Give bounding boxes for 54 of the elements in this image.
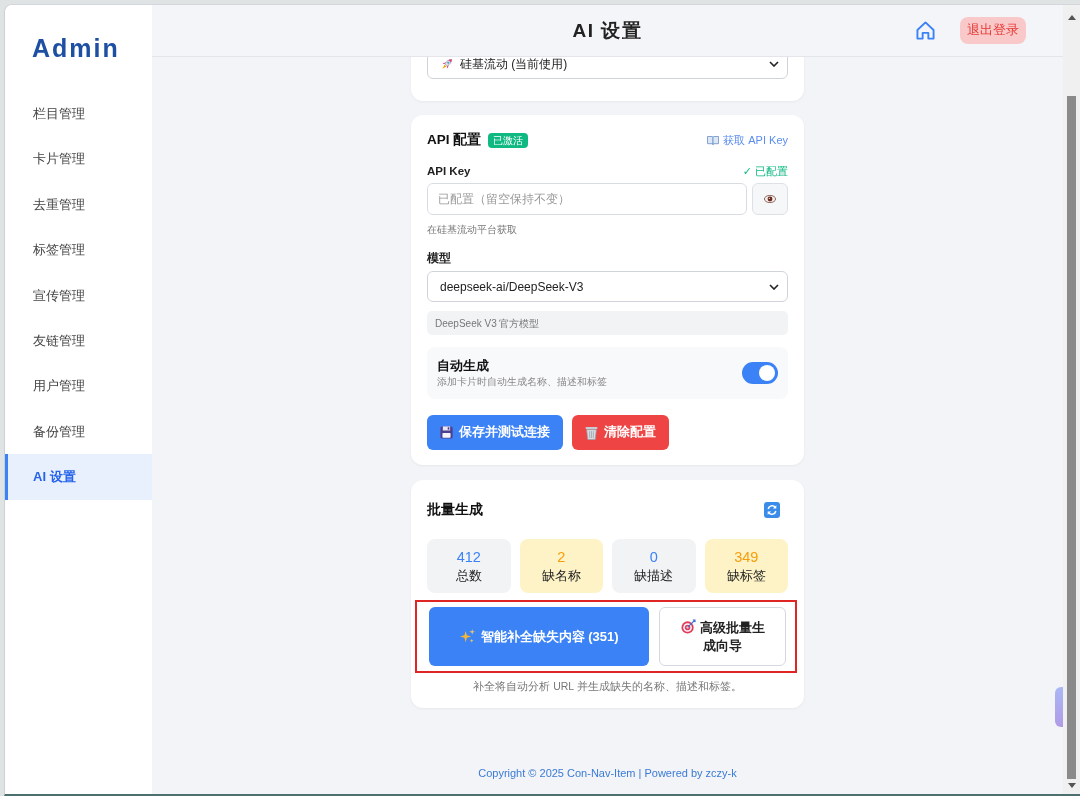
status-badge: 已激活 (488, 132, 529, 148)
batch-wizard-button[interactable]: 高级批量生成向导 (659, 607, 786, 666)
trash-icon (585, 425, 598, 440)
show-key-button[interactable] (752, 183, 788, 215)
provider-select[interactable]: 硅基流动 (当前使用) (427, 57, 788, 79)
caret-icon (769, 60, 779, 67)
eye-icon (764, 195, 776, 203)
stat-value: 0 (648, 548, 659, 566)
setting-title: 自动生成 (437, 357, 490, 375)
sidebar-item[interactable]: 宣传管理 (5, 272, 152, 318)
stat-value: 349 (733, 548, 760, 566)
scroll-down-icon[interactable] (1067, 783, 1076, 788)
caret-icon (769, 283, 779, 290)
model-info: DeepSeek V3 官方模型 (427, 311, 788, 335)
stat-label: 缺标签 (725, 567, 767, 585)
setting-description: 添加卡片时自动生成名称、描述和标签 (437, 374, 607, 389)
page-title: AI 设置 (572, 18, 643, 43)
sidebar-item[interactable]: 去重管理 (5, 181, 152, 228)
sidebar-item[interactable]: 用户管理 (5, 363, 152, 409)
target-icon (680, 618, 696, 634)
sidebar-item[interactable]: 栏目管理 (5, 91, 152, 137)
stat-label: 缺名称 (540, 567, 582, 585)
floating-handle[interactable] (1055, 687, 1063, 727)
logo-text: Admin (31, 33, 121, 64)
footer-text: Copyright © 2025 Con-Nav-Item | Powered by zczy-k (478, 766, 737, 780)
book-icon (707, 135, 720, 145)
sidebar-item[interactable]: 卡片管理 (5, 136, 152, 182)
scroll-up-icon[interactable] (1067, 15, 1076, 20)
field-label: 模型 (427, 250, 452, 267)
hint-text: 在硅基流动平台获取 (427, 223, 518, 237)
api-key-field[interactable]: 已配置（留空保持不变） (427, 183, 747, 215)
card-title: API 配置 (427, 131, 482, 149)
sparkles-icon (459, 629, 475, 644)
sidebar-item[interactable]: 标签管理 (5, 227, 152, 273)
sidebar-item[interactable]: AI 设置 (5, 454, 152, 500)
refresh-icon[interactable] (764, 502, 780, 518)
home-icon[interactable] (916, 21, 935, 40)
auto-generate-switch[interactable] (742, 362, 778, 384)
key-status-text: ✓ 已配置 (742, 164, 788, 179)
stat-value: 2 (556, 548, 567, 566)
stat-label: 总数 (454, 567, 483, 585)
save-test-button[interactable]: 保存并测试连接 (427, 415, 563, 450)
sidebar-item[interactable]: 备份管理 (5, 408, 152, 455)
note-text: 补全将自动分析 URL 并生成缺失的名称、描述和标签。 (472, 679, 743, 693)
clear-config-button[interactable]: 清除配置 (572, 415, 669, 450)
model-select[interactable]: deepseek-ai/DeepSeek-V3 (427, 271, 788, 302)
stat-label: 缺描述 (633, 567, 675, 585)
auto-complete-button[interactable]: 智能补全缺失内容 (351) (429, 607, 649, 666)
scrollbar-thumb[interactable] (1067, 96, 1076, 779)
stat-value: 412 (455, 548, 482, 566)
card-title: 批量生成 (427, 501, 483, 519)
sidebar-item[interactable]: 友链管理 (5, 317, 152, 364)
field-label: API Key (427, 164, 471, 179)
rocket-icon (440, 57, 454, 71)
